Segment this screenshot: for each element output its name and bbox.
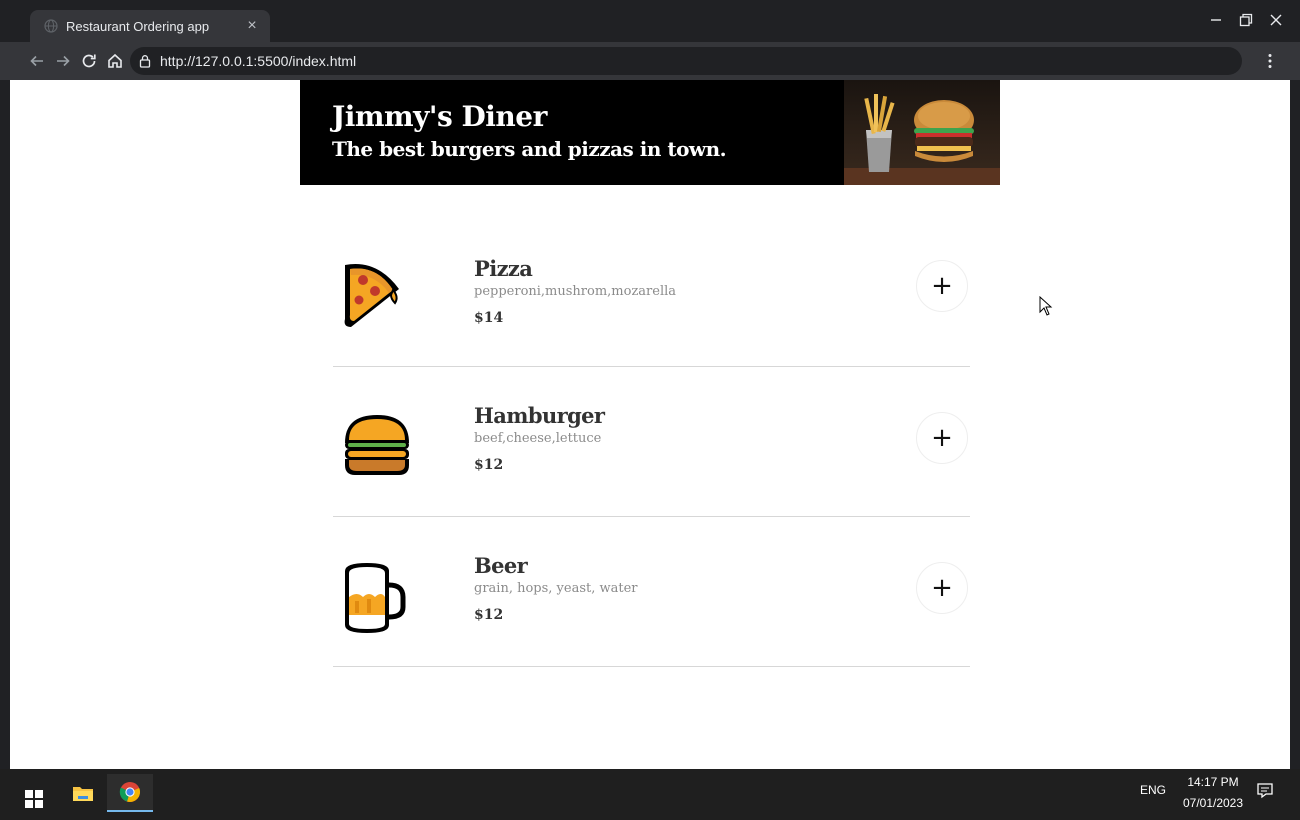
menu-list: Pizza pepperoni,mushrom,mozarella $14 + … [333,230,970,667]
add-pizza-button[interactable]: + [916,260,968,312]
windows-taskbar: ENG 14:17 PM 07/01/2023 [0,769,1300,820]
reload-icon[interactable] [76,48,102,74]
restaurant-tagline: The best burgers and pizzas in town. [332,137,727,161]
item-ingredients: beef,cheese,lettuce [474,431,602,446]
item-name: Hamburger [474,403,605,428]
item-price: $12 [474,607,504,623]
item-name: Pizza [474,256,533,281]
windows-start-icon[interactable] [16,781,52,817]
item-name: Beer [474,553,528,578]
mouse-cursor-icon [1039,296,1053,316]
add-beer-button[interactable]: + [916,562,968,614]
file-explorer-icon[interactable] [60,774,106,812]
tab-close-icon[interactable]: × [244,17,260,35]
chrome-icon[interactable] [107,774,153,812]
system-clock[interactable]: 14:17 PM 07/01/2023 [1178,772,1248,814]
minimize-icon[interactable] [1208,12,1224,28]
back-icon[interactable] [24,48,50,74]
forward-icon[interactable] [50,48,76,74]
browser-tab[interactable]: Restaurant Ordering app × [30,10,270,42]
menu-item-hamburger: Hamburger beef,cheese,lettuce $12 + [333,367,970,517]
item-price: $12 [474,457,504,473]
clock-time: 14:17 PM [1187,775,1239,789]
language-indicator[interactable]: ENG [1140,783,1166,797]
add-hamburger-button[interactable]: + [916,412,968,464]
kebab-menu-icon[interactable] [1262,53,1278,69]
url-text: http://127.0.0.1:5500/index.html [160,53,357,69]
restore-icon[interactable] [1238,12,1254,28]
restaurant-title: Jimmy's Diner [332,100,547,133]
menu-item-pizza: Pizza pepperoni,mushrom,mozarella $14 + [333,230,970,367]
hero-banner: Jimmy's Diner The best burgers and pizza… [300,80,1000,185]
menu-item-beer: Beer grain, hops, yeast, water $12 + [333,517,970,667]
lock-icon[interactable] [138,54,152,68]
beer-icon [345,563,406,633]
address-bar[interactable]: http://127.0.0.1:5500/index.html [130,47,1242,75]
globe-icon [44,19,58,33]
item-ingredients: grain, hops, yeast, water [474,581,638,596]
notification-icon[interactable] [1256,781,1276,801]
clock-date: 07/01/2023 [1182,796,1244,810]
pizza-icon [344,264,399,327]
item-ingredients: pepperoni,mushrom,mozarella [474,284,677,299]
browser-toolbar: http://127.0.0.1:5500/index.html [0,42,1300,80]
home-icon[interactable] [102,48,128,74]
page-viewport: Jimmy's Diner The best burgers and pizza… [10,80,1290,769]
burger-fries-photo [844,80,1000,185]
item-price: $14 [474,310,504,326]
browser-titlebar: Restaurant Ordering app × [0,0,1300,42]
hamburger-icon [345,415,409,475]
tab-title: Restaurant Ordering app [66,18,210,34]
close-window-icon[interactable] [1268,12,1284,28]
